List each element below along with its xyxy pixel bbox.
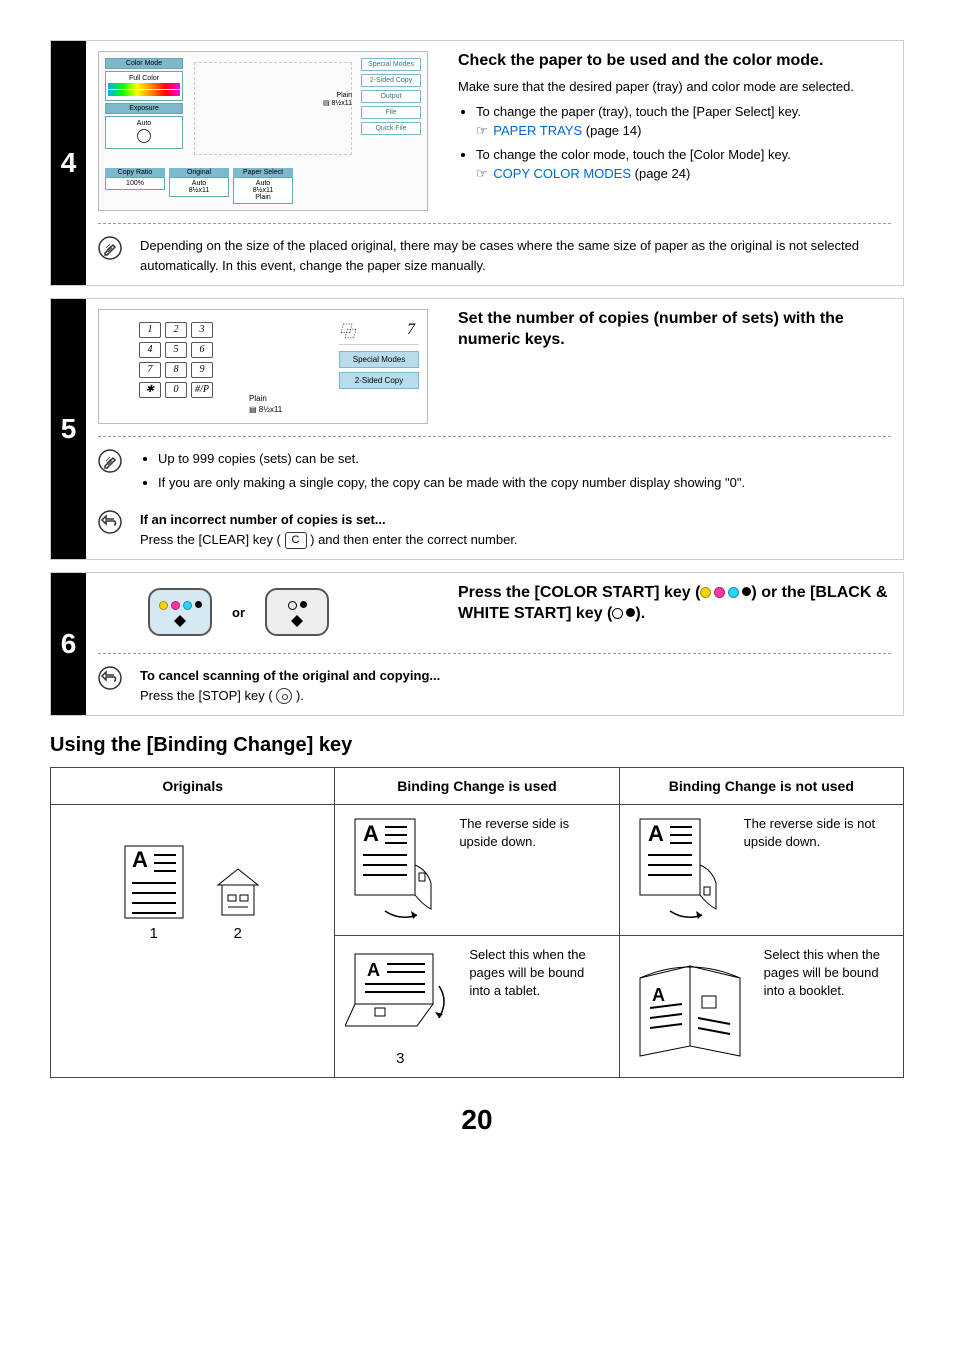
step-6-heading: Press the [COLOR START] key () or the [B… bbox=[458, 583, 891, 625]
step-4-para: Make sure that the desired paper (tray) … bbox=[458, 78, 891, 96]
step-6: 6 or Press the [COLOR START] bbox=[50, 572, 904, 716]
originals-cell: A 1 bbox=[51, 805, 335, 1078]
svg-text:A: A bbox=[367, 960, 380, 980]
key-hash-p[interactable]: #/P bbox=[191, 382, 213, 398]
start-diamond-icon bbox=[174, 609, 186, 621]
quick-file-button[interactable]: Quick File bbox=[361, 122, 421, 135]
used-top-cell: A The reverse si bbox=[335, 805, 619, 936]
stop-key-icon bbox=[276, 688, 292, 704]
step-5-body: 1 2 3 4 5 6 7 8 9 ✱ 0 #/P bbox=[86, 299, 903, 559]
key-1[interactable]: 1 bbox=[139, 322, 161, 338]
key-2[interactable]: 2 bbox=[165, 322, 187, 338]
step-5-note-2: If you are only making a single copy, th… bbox=[158, 473, 891, 493]
paper-select-button[interactable]: Auto 8½x11 Plain bbox=[233, 177, 293, 204]
two-sided-copy-button[interactable]: 2-Sided Copy bbox=[339, 372, 419, 389]
booklet-binding-icon: A bbox=[630, 946, 750, 1066]
color-mode-button[interactable]: Full Color bbox=[105, 71, 183, 101]
step-5-panel: 1 2 3 4 5 6 7 8 9 ✱ 0 #/P bbox=[98, 309, 438, 424]
key-4[interactable]: 4 bbox=[139, 342, 161, 358]
color-mode-label: Color Mode bbox=[105, 58, 183, 69]
link-paper-trays[interactable]: PAPER TRAYS bbox=[493, 123, 586, 138]
col-originals: Originals bbox=[51, 768, 335, 805]
special-modes-button[interactable]: Special Modes bbox=[339, 351, 419, 368]
undo-icon bbox=[98, 666, 122, 690]
notused-top-cell: A The reverse side is not upside down. bbox=[619, 805, 903, 936]
step-4-bullets: To change the paper (tray), touch the [P… bbox=[458, 102, 891, 184]
step-4: 4 Color Mode Full Color Exposure Auto bbox=[50, 40, 904, 286]
start-buttons: or bbox=[98, 583, 438, 641]
step-5-heading: Set the number of copies (number of sets… bbox=[458, 309, 891, 351]
start-diamond-icon bbox=[291, 609, 303, 621]
paper-select-label: Paper Select bbox=[233, 168, 293, 177]
key-star[interactable]: ✱ bbox=[139, 382, 161, 398]
paper-indicator: Plain ▤ 8½x11 bbox=[323, 92, 352, 109]
copy-ratio-label: Copy Ratio bbox=[105, 168, 165, 177]
key-0[interactable]: 0 bbox=[165, 382, 187, 398]
step-4-heading: Check the paper to be used and the color… bbox=[458, 51, 891, 72]
svg-text:A: A bbox=[363, 821, 379, 846]
key-5[interactable]: 5 bbox=[165, 342, 187, 358]
page-number: 20 bbox=[50, 1104, 904, 1136]
pencil-icon bbox=[98, 449, 122, 473]
step-number: 6 bbox=[51, 573, 86, 715]
clear-key-icon: C bbox=[285, 532, 307, 549]
copy-icon: ⿻ bbox=[339, 318, 355, 342]
color-start-button[interactable] bbox=[148, 588, 212, 636]
file-button[interactable]: File bbox=[361, 106, 421, 119]
col-used: Binding Change is used bbox=[335, 768, 619, 805]
binding-used-upside-icon: A bbox=[345, 815, 445, 925]
two-sided-copy-button[interactable]: 2-Sided Copy bbox=[361, 74, 421, 87]
step-5-undo-title: If an incorrect number of copies is set.… bbox=[140, 510, 891, 530]
link-copy-color-modes[interactable]: COPY COLOR MODES bbox=[493, 166, 634, 181]
original-page-2-icon bbox=[214, 867, 262, 919]
key-7[interactable]: 7 bbox=[139, 362, 161, 378]
svg-text:A: A bbox=[132, 847, 148, 872]
exposure-button[interactable]: Auto bbox=[105, 116, 183, 149]
copy-count-display: ⿻ 7 bbox=[339, 318, 419, 345]
output-button[interactable]: Output bbox=[361, 90, 421, 103]
binding-change-table: Originals Binding Change is used Binding… bbox=[50, 767, 904, 1078]
pointer-icon: ☞ bbox=[476, 166, 488, 181]
used-bottom-cell: A 3 Select this when the pages will be b… bbox=[335, 936, 619, 1078]
numeric-keypad[interactable]: 1 2 3 4 5 6 7 8 9 ✱ 0 #/P bbox=[139, 322, 213, 398]
step-number: 4 bbox=[51, 41, 86, 285]
notused-bottom-cell: A Select this when the pages will be bou… bbox=[619, 936, 903, 1078]
original-label: Original bbox=[169, 168, 229, 177]
bw-start-button[interactable] bbox=[265, 588, 329, 636]
col-not-used: Binding Change is not used bbox=[619, 768, 903, 805]
pencil-icon bbox=[98, 236, 122, 260]
step-5-undo-text: Press the [CLEAR] key ( C ) and then ent… bbox=[140, 530, 891, 550]
step-6-undo-text: Press the [STOP] key ( ). bbox=[140, 686, 891, 706]
tablet-binding-icon: A bbox=[345, 946, 455, 1046]
key-3[interactable]: 3 bbox=[191, 322, 213, 338]
key-8[interactable]: 8 bbox=[165, 362, 187, 378]
svg-text:A: A bbox=[648, 821, 664, 846]
step-4-panel: Color Mode Full Color Exposure Auto bbox=[98, 51, 438, 211]
undo-icon bbox=[98, 510, 122, 534]
step-6-undo-title: To cancel scanning of the original and c… bbox=[140, 666, 891, 686]
binding-notused-notupside-icon: A bbox=[630, 815, 730, 925]
step-4-body: Color Mode Full Color Exposure Auto bbox=[86, 41, 903, 285]
key-6[interactable]: 6 bbox=[191, 342, 213, 358]
original-button[interactable]: Auto 8½x11 bbox=[169, 177, 229, 197]
exposure-label: Exposure bbox=[105, 103, 183, 114]
special-modes-button[interactable]: Special Modes bbox=[361, 58, 421, 71]
pointer-icon: ☞ bbox=[476, 123, 488, 138]
step-5: 5 1 2 3 4 5 6 7 8 9 ✱ 0 bbox=[50, 298, 904, 560]
key-9[interactable]: 9 bbox=[191, 362, 213, 378]
step-4-note: Depending on the size of the placed orig… bbox=[140, 236, 891, 275]
step-6-body: or Press the [COLOR START] key () or the… bbox=[86, 573, 903, 715]
copy-ratio-button[interactable]: 100% bbox=[105, 177, 165, 190]
svg-text:A: A bbox=[652, 985, 665, 1005]
or-label: or bbox=[232, 605, 245, 620]
original-page-1-icon: A bbox=[124, 845, 184, 919]
binding-change-heading: Using the [Binding Change] key bbox=[50, 734, 904, 757]
step-5-note-1: Up to 999 copies (sets) can be set. bbox=[158, 449, 891, 469]
paper-indicator: Plain ▤ 8½x11 bbox=[249, 394, 282, 415]
step-number: 5 bbox=[51, 299, 86, 559]
